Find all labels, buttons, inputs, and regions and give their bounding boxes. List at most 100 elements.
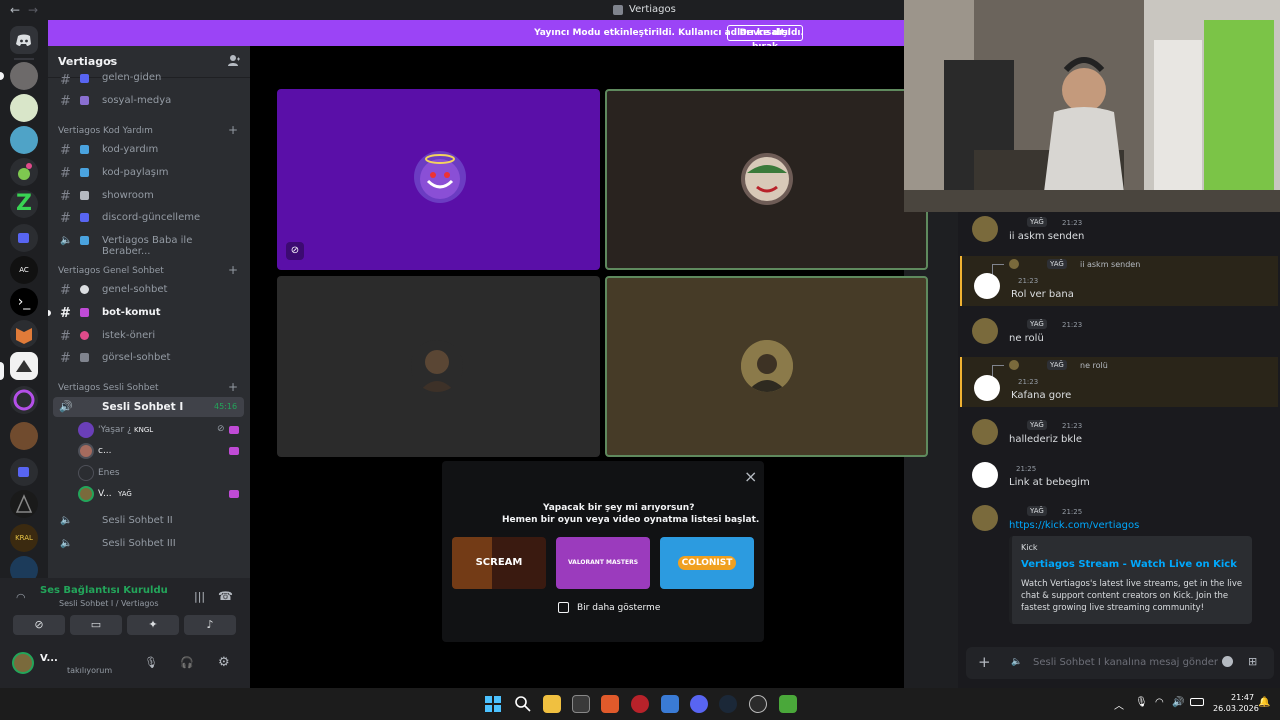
add-channel-icon[interactable]: + bbox=[228, 380, 238, 394]
chat-message-reply[interactable]: YAĞ ii askm senden 21:23 Rol ver bana bbox=[960, 256, 1278, 306]
clock-time[interactable]: 21:47 bbox=[1231, 693, 1254, 702]
game-card-scream[interactable]: SCREAM bbox=[452, 537, 546, 589]
server-icon-2[interactable] bbox=[10, 94, 38, 122]
search-icon[interactable] bbox=[514, 695, 532, 713]
category-genel[interactable]: Vertiagos Genel Sohbet bbox=[58, 266, 164, 276]
brave-browser-icon[interactable] bbox=[601, 695, 619, 713]
server-icon-11[interactable] bbox=[10, 422, 38, 450]
headphones-icon[interactable]: 🎧 bbox=[180, 656, 194, 669]
embed-title[interactable]: Vertiagos Stream - Watch Live on Kick bbox=[1021, 559, 1237, 570]
activities-button[interactable]: ✦ bbox=[127, 615, 179, 635]
server-icon-7[interactable]: ›_ bbox=[10, 288, 38, 316]
add-channel-icon[interactable]: + bbox=[228, 123, 238, 137]
chat-message[interactable]: YAĞ 21:23 ii askm senden bbox=[960, 214, 1278, 250]
soundboard-button[interactable]: ♪ bbox=[184, 615, 236, 635]
message-link[interactable]: https://kick.com/vertiagos bbox=[1009, 520, 1139, 531]
avatar[interactable] bbox=[12, 652, 34, 674]
server-icon-13[interactable]: KRAL bbox=[10, 524, 38, 552]
noise-suppression-icon[interactable]: ||| bbox=[194, 590, 205, 603]
app-icon[interactable] bbox=[749, 695, 767, 713]
server-icon-3[interactable] bbox=[10, 126, 38, 154]
add-attachment-icon[interactable]: + bbox=[978, 653, 991, 671]
category-sesli[interactable]: Vertiagos Sesli Sohbet bbox=[58, 383, 159, 393]
chat-message[interactable]: YAĞ 21:23 ne rolü bbox=[960, 316, 1278, 352]
forward-arrow-icon[interactable]: → bbox=[28, 3, 38, 17]
camera-off-button[interactable]: ⊘ bbox=[13, 615, 65, 635]
add-channel-icon[interactable]: + bbox=[228, 263, 238, 277]
emoji-icon[interactable] bbox=[1222, 656, 1233, 667]
category-kod[interactable]: Vertiagos Kod Yardım bbox=[58, 126, 153, 136]
discord-taskbar-icon[interactable] bbox=[690, 695, 708, 713]
server-icon-6[interactable]: AC bbox=[10, 256, 38, 284]
channel-genel-sohbet[interactable]: # genel-sohbet bbox=[56, 280, 244, 300]
channel-sosyal-medya[interactable]: # sosyal-medya bbox=[56, 91, 244, 111]
apps-icon[interactable]: ⊞ bbox=[1248, 655, 1257, 668]
game-card-valorant[interactable]: VALORANT MASTERS bbox=[556, 537, 650, 589]
channel-discord-guncelleme[interactable]: # discord-güncelleme bbox=[56, 208, 244, 228]
server-icon-8[interactable] bbox=[10, 320, 38, 348]
voice-connection-location[interactable]: Sesli Sohbet I / Vertiagos bbox=[59, 599, 158, 608]
battery-icon[interactable] bbox=[1190, 698, 1204, 706]
channel-gorsel-sohbet[interactable]: # görsel-sohbet bbox=[56, 348, 244, 368]
channel-vertiagos-baba[interactable]: 🔈 Vertiagos Baba ile Beraber... bbox=[56, 231, 244, 257]
voice-user[interactable]: V... YAĞ bbox=[78, 486, 244, 504]
participant-tile[interactable] bbox=[277, 276, 600, 457]
add-user-icon[interactable] bbox=[228, 54, 240, 66]
user-name[interactable]: V... bbox=[40, 653, 58, 664]
microphone-tray-icon[interactable]: 🎙 bbox=[1135, 697, 1148, 708]
app-icon[interactable] bbox=[661, 695, 679, 713]
back-arrow-icon[interactable]: ← bbox=[10, 3, 20, 17]
participant-tile[interactable] bbox=[605, 89, 928, 270]
disconnect-icon[interactable]: ☎ bbox=[218, 589, 233, 603]
chat-message[interactable]: YAĞ 21:25 https://kick.com/vertiagos bbox=[960, 503, 1278, 533]
server-icon-10[interactable] bbox=[10, 386, 38, 414]
wifi-icon[interactable]: ◠ bbox=[1155, 697, 1164, 708]
voice-user[interactable]: 'Yaşar ¿ KNGL ⊘ bbox=[78, 422, 244, 440]
participant-tile[interactable] bbox=[605, 276, 928, 457]
folder-icon-2[interactable] bbox=[10, 458, 38, 486]
participant-tile[interactable]: ⊘ bbox=[277, 89, 600, 270]
volume-icon[interactable]: 🔊 bbox=[1172, 697, 1184, 708]
voice-user[interactable]: Enes bbox=[78, 465, 244, 483]
channel-showroom[interactable]: # showroom bbox=[56, 186, 244, 206]
folder-icon[interactable] bbox=[10, 224, 38, 252]
message-composer[interactable]: + 🔈 Sesli Sohbet I kanalına mesaj gönder… bbox=[966, 647, 1274, 679]
app-icon[interactable] bbox=[779, 695, 797, 713]
chat-message[interactable]: YAĞ 21:23 hallederiz bkle bbox=[960, 417, 1278, 453]
steam-icon[interactable] bbox=[719, 695, 737, 713]
dont-show-label[interactable]: Bir daha gösterme bbox=[577, 603, 660, 613]
discord-home-icon[interactable] bbox=[10, 26, 38, 54]
disable-streamer-mode-button[interactable]: Devre dışı bırak bbox=[727, 25, 803, 52]
app-icon[interactable] bbox=[631, 695, 649, 713]
clock-date[interactable]: 26.03.2026 bbox=[1213, 704, 1259, 713]
server-icon-12[interactable] bbox=[10, 490, 38, 518]
voice-channel-3[interactable]: 🔈 Sesli Sohbet III bbox=[56, 534, 244, 554]
voice-channel-active[interactable]: 🔊 Sesli Sohbet I 45:16 bbox=[53, 397, 244, 417]
message-input[interactable]: Sesli Sohbet I kanalına mesaj gönder bbox=[1033, 657, 1218, 668]
store-icon[interactable] bbox=[572, 695, 590, 713]
server-icon-1[interactable] bbox=[10, 62, 38, 90]
channel-kod-paylasim[interactable]: # kod-paylaşım bbox=[56, 163, 244, 183]
channel-gelen-giden[interactable]: # gelen-giden bbox=[56, 70, 244, 90]
server-icon-4[interactable] bbox=[10, 158, 38, 186]
server-icon-5[interactable]: Z bbox=[10, 190, 38, 218]
file-explorer-icon[interactable] bbox=[543, 695, 561, 713]
game-card-colonist[interactable]: COLONIST bbox=[660, 537, 754, 589]
server-icon-9[interactable] bbox=[10, 352, 38, 380]
voice-channel-2[interactable]: 🔈 Sesli Sohbet II bbox=[56, 511, 244, 531]
voice-connection-status[interactable]: Ses Bağlantısı Kuruldu bbox=[40, 585, 168, 596]
channel-istek-oneri[interactable]: # istek-öneri bbox=[56, 326, 244, 346]
close-icon[interactable]: × bbox=[744, 467, 757, 486]
voice-user[interactable]: c... bbox=[78, 443, 244, 461]
chat-message-reply[interactable]: YAĞ ne rolü 21:23 Kafana gore bbox=[960, 357, 1278, 407]
channel-bot-komut[interactable]: # bot-komut bbox=[56, 303, 244, 323]
screen-share-button[interactable]: ▭ bbox=[70, 615, 122, 635]
chat-message[interactable]: 21:25 Link at bebegim bbox=[960, 460, 1278, 496]
microphone-icon[interactable]: 🎙 bbox=[144, 656, 158, 669]
dont-show-checkbox[interactable] bbox=[558, 602, 569, 613]
gear-icon[interactable]: ⚙ bbox=[218, 655, 230, 670]
windows-start-icon[interactable] bbox=[484, 695, 502, 713]
notification-icon[interactable]: 🔔 bbox=[1258, 697, 1270, 708]
channel-kod-yardim[interactable]: # kod-yardım bbox=[56, 140, 244, 160]
chevron-up-icon[interactable]: ︿ bbox=[1114, 697, 1124, 712]
